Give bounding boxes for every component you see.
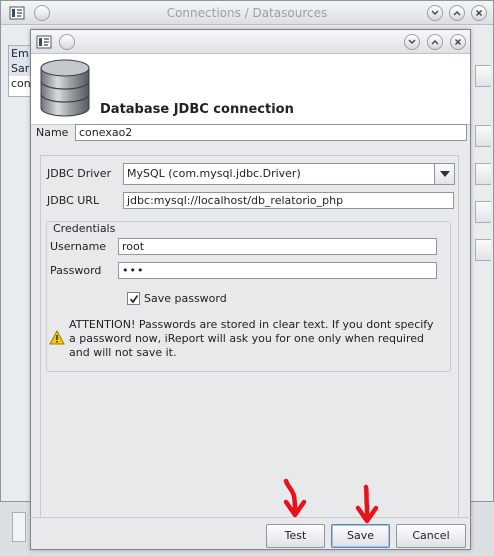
annotation-arrow-icon <box>355 484 379 524</box>
footer-divider <box>30 517 471 518</box>
database-icon <box>40 59 90 117</box>
jdbc-driver-value: MySQL (com.mysql.jdbc.Driver) <box>127 167 301 180</box>
warning-text: ATTENTION! Passwords are stored in clear… <box>69 318 434 359</box>
jdbc-driver-label: JDBC Driver <box>47 167 112 180</box>
password-field[interactable]: ••• <box>118 262 437 279</box>
minimize-icon[interactable] <box>427 5 443 21</box>
minimize-icon[interactable] <box>404 34 420 50</box>
side-button[interactable] <box>475 163 491 185</box>
username-field[interactable]: root <box>118 238 437 255</box>
save-password-checkbox[interactable] <box>127 292 140 305</box>
jdbc-url-field[interactable]: jdbc:mysql://localhost/db_relatorio_php <box>123 192 454 209</box>
close-icon[interactable] <box>450 34 466 50</box>
dialog-heading: Database JDBC connection <box>100 102 294 117</box>
maximize-icon[interactable] <box>427 34 443 50</box>
save-button[interactable]: Save <box>331 524 390 548</box>
chevron-down-icon[interactable] <box>434 164 454 184</box>
close-icon[interactable] <box>471 5 487 21</box>
connections-titlebar: Connections / Datasources <box>1 1 493 25</box>
warning-icon <box>49 330 65 345</box>
check-icon <box>129 295 139 304</box>
save-password-label[interactable]: Save password <box>144 292 227 305</box>
username-label: Username <box>50 240 107 253</box>
app-icon <box>36 35 52 49</box>
cancel-button[interactable]: Cancel <box>396 524 466 548</box>
password-label: Password <box>50 264 102 277</box>
dialog-titlebar <box>31 30 470 54</box>
background-tab[interactable] <box>12 512 26 542</box>
name-field[interactable]: conexao2 <box>75 124 467 141</box>
menu-icon[interactable] <box>59 34 75 50</box>
dialog-header: Database JDBC connection <box>31 54 470 124</box>
name-label: Name <box>36 126 69 139</box>
test-button[interactable]: Test <box>266 524 325 548</box>
side-button[interactable] <box>475 201 491 223</box>
jdbc-url-label: JDBC URL <box>47 194 100 207</box>
connections-title: Connections / Datasources <box>166 6 328 20</box>
side-buttons <box>471 45 493 485</box>
credentials-legend: Credentials <box>52 222 117 235</box>
annotation-arrow-icon <box>283 478 307 518</box>
side-button[interactable] <box>475 65 491 87</box>
jdbc-driver-select[interactable]: MySQL (com.mysql.jdbc.Driver) <box>123 163 455 185</box>
side-button[interactable] <box>475 239 491 261</box>
maximize-icon[interactable] <box>449 5 465 21</box>
side-button[interactable] <box>475 125 491 147</box>
